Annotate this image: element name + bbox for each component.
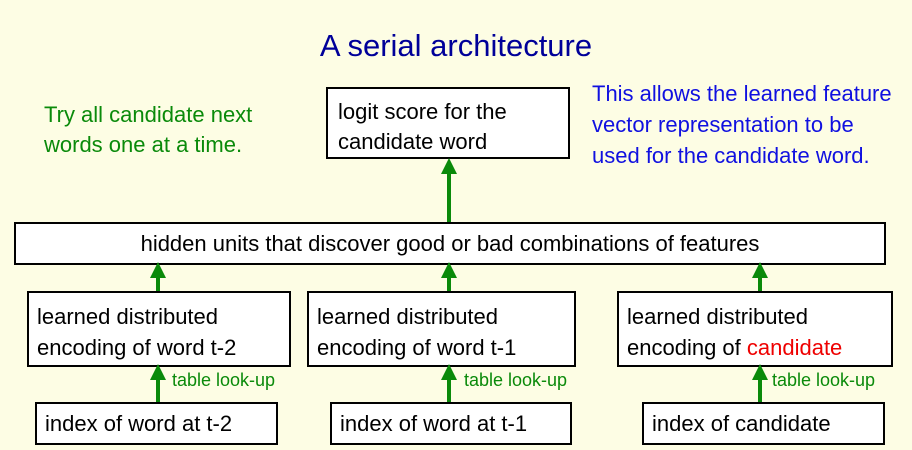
arrows-layer <box>150 158 768 402</box>
